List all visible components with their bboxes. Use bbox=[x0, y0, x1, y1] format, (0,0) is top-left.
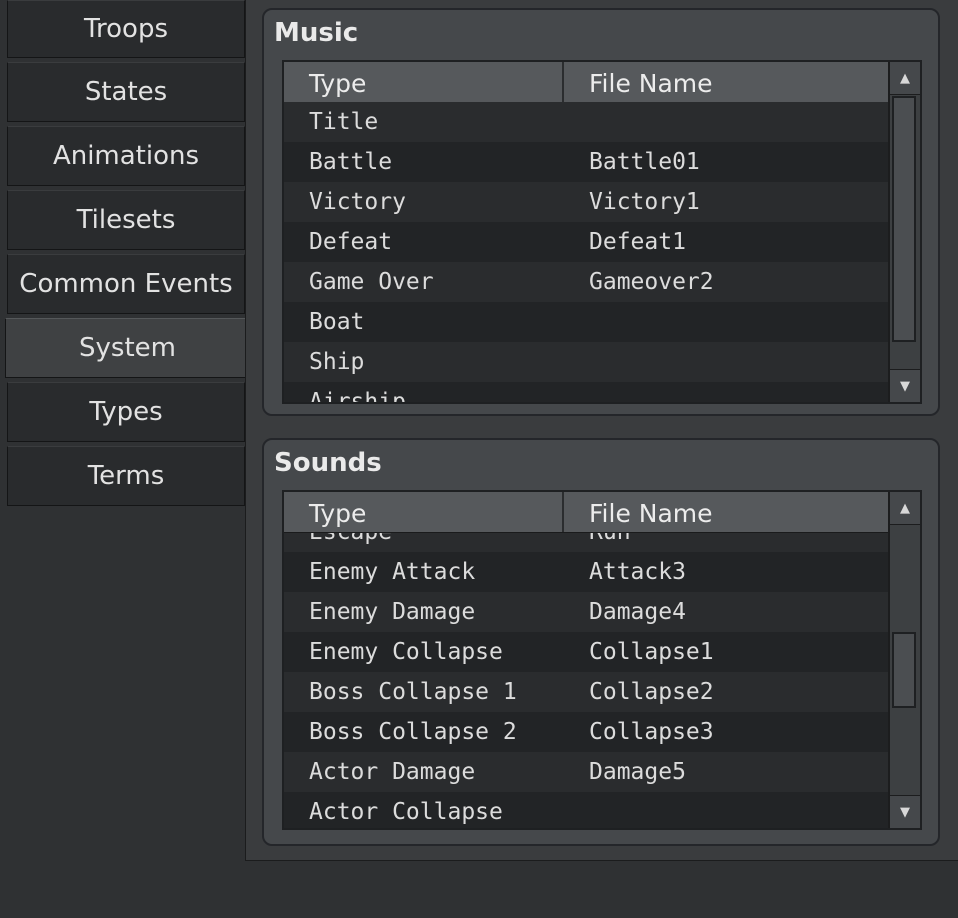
type-cell: Enemy Collapse bbox=[309, 639, 503, 665]
file-cell: Gameover2 bbox=[589, 269, 714, 295]
tab-types[interactable]: Types bbox=[7, 382, 245, 442]
file-cell: Damage5 bbox=[589, 759, 686, 785]
file-cell bbox=[564, 102, 888, 142]
file-cell: Run bbox=[589, 532, 631, 545]
sounds-row-actor-damage[interactable]: Actor Damage Damage5 bbox=[284, 752, 888, 792]
tab-terms[interactable]: Terms bbox=[7, 446, 245, 506]
music-row-boat[interactable]: Boat bbox=[284, 302, 888, 342]
file-cell: Collapse2 bbox=[589, 679, 714, 705]
type-cell: Ship bbox=[309, 349, 365, 375]
sounds-list[interactable]: Escape Run Enemy Attack Attack3 Enemy Dama… bbox=[282, 490, 922, 830]
file-cell bbox=[564, 382, 888, 402]
tab-label: Common Events bbox=[19, 269, 233, 299]
file-cell bbox=[564, 792, 888, 828]
tab-system[interactable]: System bbox=[5, 318, 249, 378]
sounds-scrollbar[interactable]: ▲ ▼ bbox=[888, 492, 920, 828]
column-header-file-name[interactable]: File Name bbox=[564, 62, 888, 102]
music-rows: Title Battle Battle01 Victory Victory1 Def… bbox=[284, 102, 888, 402]
music-title: Music bbox=[274, 18, 359, 48]
column-header-type[interactable]: Type bbox=[284, 62, 564, 102]
type-cell: Game Over bbox=[309, 269, 434, 295]
sounds-row-enemy-collapse[interactable]: Enemy Collapse Collapse1 bbox=[284, 632, 888, 672]
sounds-rows: Escape Run Enemy Attack Attack3 Enemy Dama… bbox=[284, 532, 888, 828]
type-cell: Escape bbox=[309, 532, 393, 545]
scroll-down-icon[interactable]: ▼ bbox=[890, 369, 920, 402]
sounds-row-boss-collapse-2[interactable]: Boss Collapse 2 Collapse3 bbox=[284, 712, 888, 752]
music-row-game-over[interactable]: Game Over Gameover2 bbox=[284, 262, 888, 302]
tab-label: Animations bbox=[52, 141, 200, 171]
tab-label: States bbox=[84, 77, 168, 107]
tab-label: Types bbox=[89, 397, 163, 427]
music-row-defeat[interactable]: Defeat Defeat1 bbox=[284, 222, 888, 262]
type-cell: Defeat bbox=[309, 229, 393, 255]
tab-label: Troops bbox=[83, 14, 169, 44]
scroll-down-icon[interactable]: ▼ bbox=[890, 795, 920, 828]
scroll-up-icon[interactable]: ▲ bbox=[890, 492, 920, 525]
music-list[interactable]: Type File Name Title Battle Battle01 Vict… bbox=[282, 60, 922, 404]
sounds-row-boss-collapse-1[interactable]: Boss Collapse 1 Collapse2 bbox=[284, 672, 888, 712]
sounds-row-actor-collapse[interactable]: Actor Collapse bbox=[284, 792, 888, 828]
type-cell: Enemy Attack bbox=[309, 559, 476, 585]
sounds-row-enemy-damage[interactable]: Enemy Damage Damage4 bbox=[284, 592, 888, 632]
music-row-ship[interactable]: Ship bbox=[284, 342, 888, 382]
type-cell: Enemy Damage bbox=[309, 599, 476, 625]
file-cell: Damage4 bbox=[589, 599, 686, 625]
tab-troops[interactable]: Troops bbox=[7, 0, 245, 58]
sounds-group: Sounds Escape Run Enemy Attack Attack3 Ene… bbox=[262, 438, 940, 846]
type-cell: Actor Damage bbox=[309, 759, 476, 785]
scroll-up-icon[interactable]: ▲ bbox=[890, 62, 920, 95]
type-cell: Title bbox=[309, 109, 379, 135]
type-cell: Actor Collapse bbox=[309, 799, 503, 825]
tab-label: System bbox=[79, 333, 176, 363]
column-header-type[interactable]: Type bbox=[284, 492, 564, 532]
sounds-list-header: Type File Name bbox=[284, 492, 888, 533]
file-cell: Battle01 bbox=[589, 149, 700, 175]
type-cell: Victory bbox=[309, 189, 406, 215]
file-cell: Attack3 bbox=[589, 559, 686, 585]
file-cell: Collapse1 bbox=[589, 639, 714, 665]
scrollbar-thumb[interactable] bbox=[892, 632, 916, 708]
tab-label: Tilesets bbox=[76, 205, 176, 235]
file-cell bbox=[564, 342, 888, 382]
tab-animations[interactable]: Animations bbox=[7, 126, 245, 186]
column-header-file-name[interactable]: File Name bbox=[564, 492, 888, 532]
tab-common-events[interactable]: Common Events bbox=[7, 254, 245, 314]
music-group: Music Type File Name Title Battle Battle0… bbox=[262, 8, 940, 416]
file-cell: Defeat1 bbox=[589, 229, 686, 255]
music-row-airship[interactable]: Airship bbox=[284, 382, 888, 402]
tab-tilesets[interactable]: Tilesets bbox=[7, 190, 245, 250]
music-list-header: Type File Name bbox=[284, 62, 888, 103]
sounds-row-enemy-attack[interactable]: Enemy Attack Attack3 bbox=[284, 552, 888, 592]
music-row-battle[interactable]: Battle Battle01 bbox=[284, 142, 888, 182]
music-scrollbar[interactable]: ▲ ▼ bbox=[888, 62, 920, 402]
scrollbar-thumb[interactable] bbox=[892, 96, 916, 342]
music-row-title[interactable]: Title bbox=[284, 102, 888, 142]
file-cell: Collapse3 bbox=[589, 719, 714, 745]
type-cell: Boss Collapse 1 bbox=[309, 679, 517, 705]
type-cell: Boat bbox=[309, 309, 365, 335]
sounds-row-escape[interactable]: Escape Run bbox=[284, 532, 888, 552]
file-cell bbox=[564, 302, 888, 342]
tab-states[interactable]: States bbox=[7, 62, 245, 122]
file-cell: Victory1 bbox=[589, 189, 700, 215]
type-cell: Boss Collapse 2 bbox=[309, 719, 517, 745]
system-panel: Music Type File Name Title Battle Battle0… bbox=[245, 0, 958, 861]
sounds-title: Sounds bbox=[274, 448, 382, 478]
tab-label: Terms bbox=[87, 461, 165, 491]
type-cell: Battle bbox=[309, 149, 393, 175]
type-cell: Airship bbox=[309, 389, 406, 402]
music-row-victory[interactable]: Victory Victory1 bbox=[284, 182, 888, 222]
